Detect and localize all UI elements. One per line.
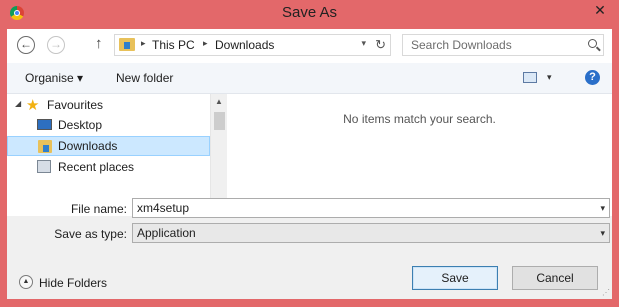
address-dropdown-icon[interactable]: ▾ [361, 38, 366, 49]
empty-message: No items match your search. [343, 112, 496, 126]
nav-item-label: Downloads [58, 139, 118, 153]
save-as-window: Save As ✕ ← → ↑ ▸ This PC ▸ Downloads ▾ … [0, 0, 619, 307]
nav-item-label: Favourites [47, 98, 104, 112]
breadcrumb-downloads[interactable]: Downloads [215, 38, 274, 52]
title-bar[interactable]: Save As ✕ [0, 0, 619, 28]
view-options-icon[interactable] [523, 72, 537, 83]
scroll-thumb[interactable] [214, 112, 225, 130]
search-input[interactable]: Search Downloads [411, 38, 512, 52]
downloads-folder-icon [38, 140, 52, 153]
address-bar[interactable]: ▸ This PC ▸ Downloads ▾ ↻ [114, 34, 391, 56]
window-title: Save As [281, 4, 338, 21]
nav-item-recent-places[interactable]: Recent places [7, 157, 210, 177]
chevron-down-icon[interactable]: ▾ [600, 228, 605, 239]
star-icon: ★ [26, 97, 40, 114]
organise-button[interactable]: Organise ▾ [25, 71, 83, 85]
downloads-folder-icon [119, 38, 135, 51]
address-row: ← → ↑ ▸ This PC ▸ Downloads ▾ ↻ Search D… [7, 29, 612, 63]
back-button[interactable]: ← [17, 36, 35, 54]
command-toolbar: Organise ▾ New folder ▾ ? [7, 63, 612, 94]
collapse-icon: ▲ [19, 275, 33, 289]
dialog-client-area: ← → ↑ ▸ This PC ▸ Downloads ▾ ↻ Search D… [7, 29, 612, 299]
save-type-label: Save as type: [54, 227, 127, 241]
scroll-up-icon[interactable]: ▲ [215, 97, 223, 106]
file-name-field[interactable]: xm4setup ▾ [132, 198, 610, 218]
nav-item-label: Desktop [58, 118, 103, 132]
desktop-icon [37, 119, 52, 130]
file-name-value[interactable]: xm4setup [137, 201, 189, 215]
breadcrumb-separator-icon[interactable]: ▸ [203, 38, 208, 49]
search-icon[interactable] [588, 39, 597, 48]
nav-item-downloads[interactable]: Downloads [7, 136, 210, 156]
file-name-label: File name: [70, 202, 127, 216]
close-button[interactable]: ✕ [587, 0, 613, 20]
new-folder-button[interactable]: New folder [116, 71, 173, 85]
breadcrumb-this-pc[interactable]: This PC [152, 38, 195, 52]
refresh-icon[interactable]: ↻ [375, 37, 386, 53]
save-button[interactable]: Save [412, 266, 498, 290]
search-box[interactable]: Search Downloads [402, 34, 604, 56]
nav-item-label: Recent places [58, 160, 135, 174]
up-button[interactable]: ↑ [95, 35, 103, 52]
cancel-button[interactable]: Cancel [512, 266, 598, 290]
hide-folders-label: Hide Folders [39, 276, 108, 290]
help-icon[interactable]: ? [585, 70, 600, 85]
recent-places-icon [37, 160, 51, 173]
view-dropdown-icon[interactable]: ▾ [547, 72, 552, 83]
breadcrumb-separator-icon[interactable]: ▸ [141, 38, 146, 49]
file-name-dropdown-icon[interactable]: ▾ [600, 203, 605, 214]
save-type-value: Application [137, 226, 196, 240]
nav-item-favourites[interactable]: ◢ ★ Favourites [7, 95, 210, 115]
expand-icon[interactable]: ◢ [15, 99, 21, 108]
forward-button[interactable]: → [47, 36, 65, 54]
resize-grip-icon[interactable]: ⋰ [602, 288, 610, 297]
nav-item-desktop[interactable]: Desktop [7, 115, 210, 135]
save-type-select[interactable]: Application ▾ [132, 223, 610, 243]
